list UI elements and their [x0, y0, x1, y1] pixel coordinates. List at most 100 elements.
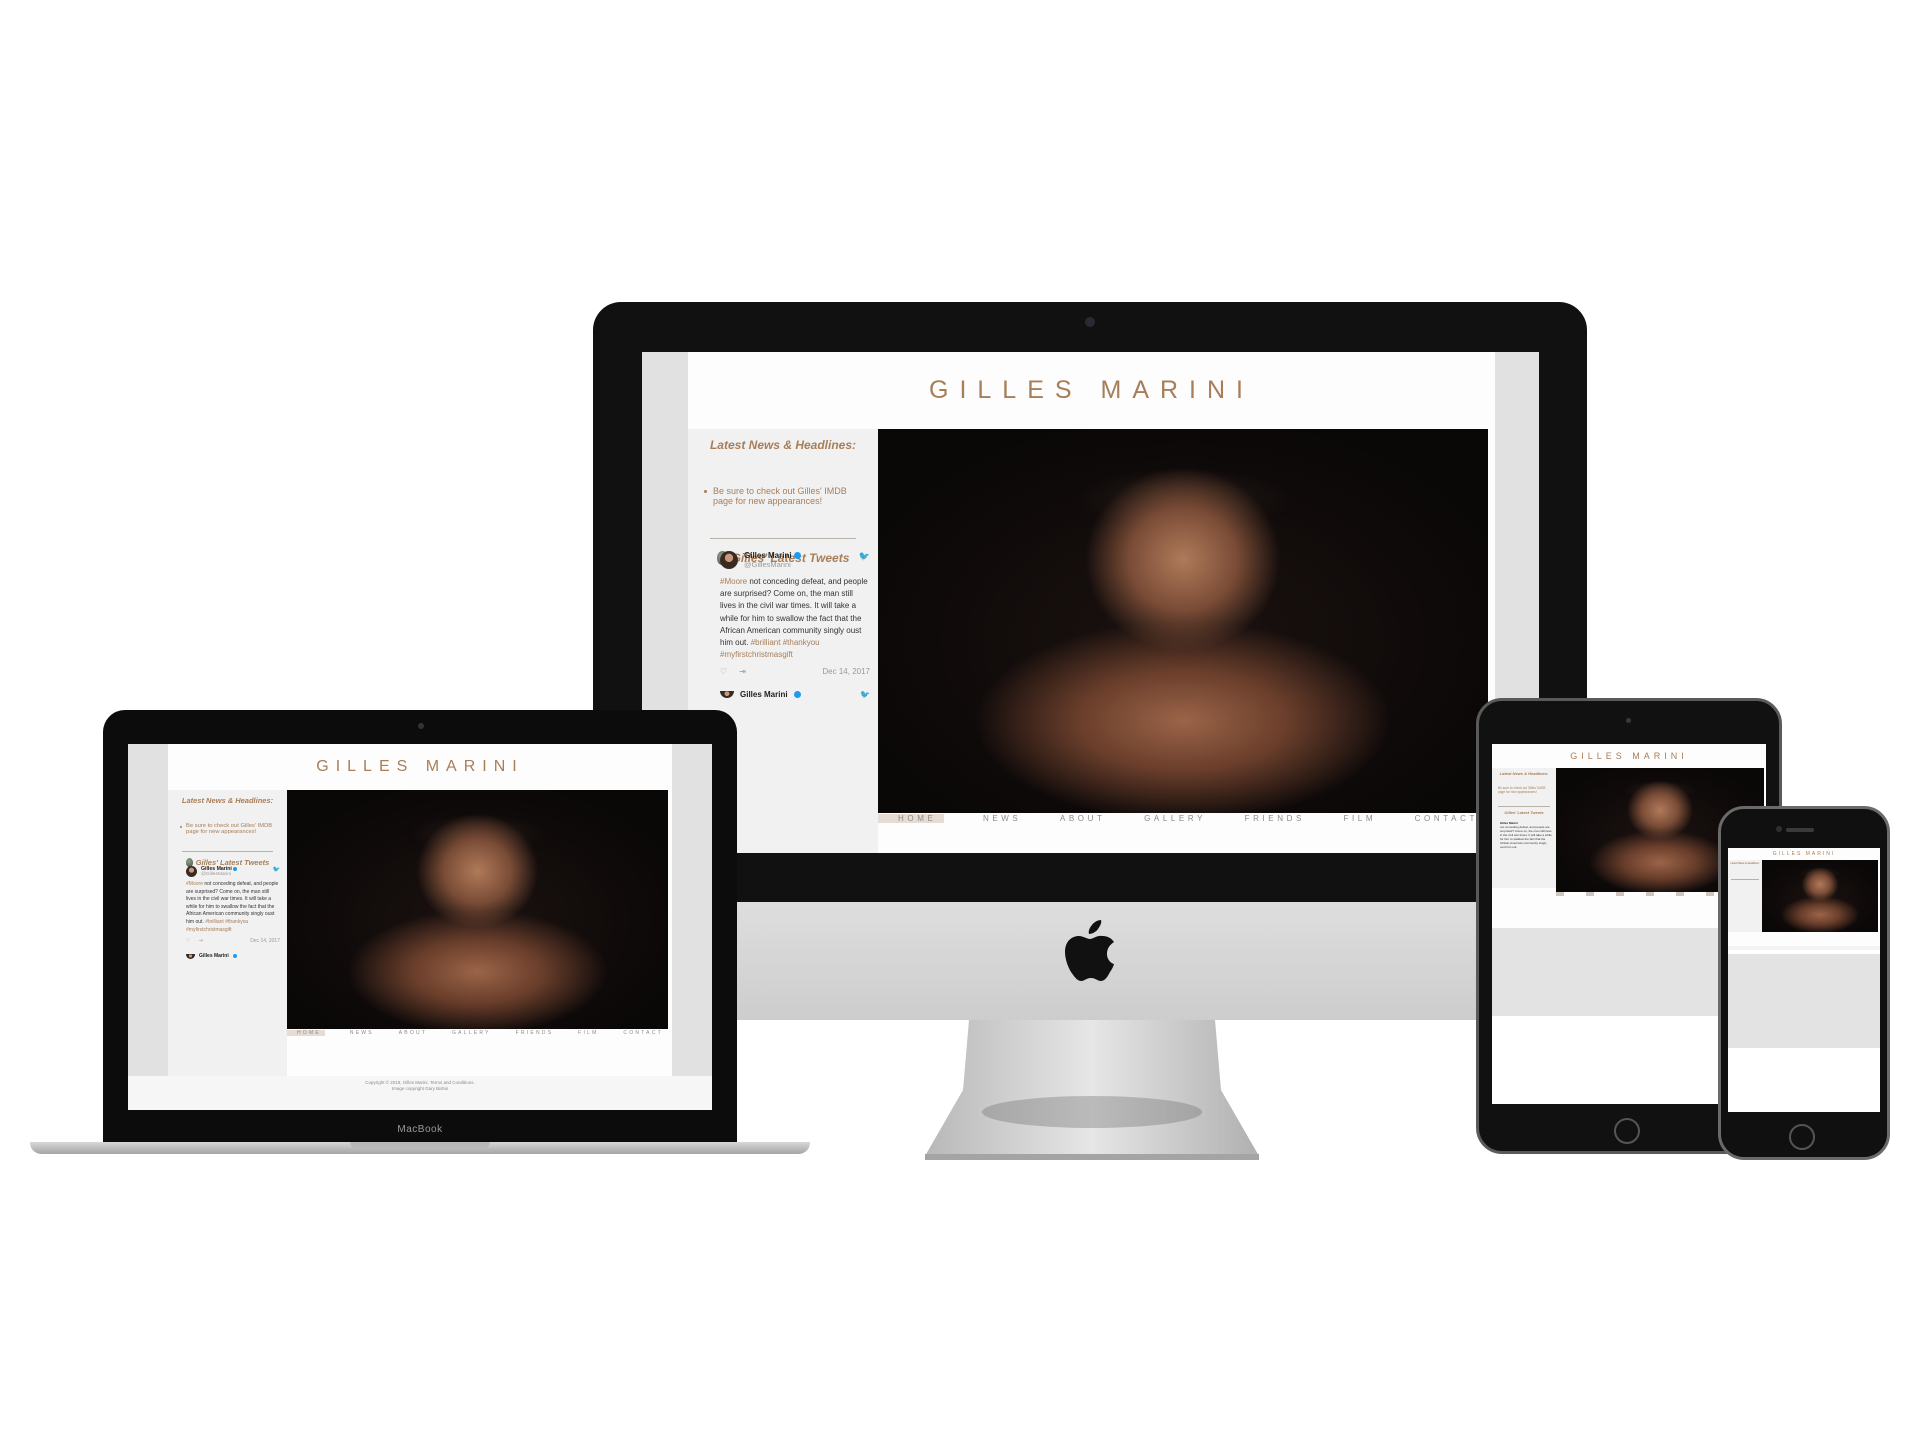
- heart-icon[interactable]: ♡: [720, 667, 727, 676]
- twitter-bird-icon[interactable]: 🐦: [273, 866, 280, 873]
- verified-badge-icon: [793, 691, 801, 699]
- camera-icon: [418, 723, 424, 729]
- tweet-handle[interactable]: @GillesMarini: [201, 872, 269, 877]
- tweet-card: Gilles Marini not conceding defeat, and …: [1500, 821, 1552, 849]
- tweet-date[interactable]: Dec 14, 2017: [822, 667, 870, 676]
- news-heading: Latest News & Headlines:: [709, 438, 857, 452]
- tweet-author-name[interactable]: Gilles Marini: [740, 690, 788, 699]
- main-nav: HOME NEWS ABOUT GALLERY FRIENDS FILM CON…: [287, 1029, 663, 1036]
- site-title[interactable]: GILLES MARINI: [1570, 751, 1688, 761]
- imac-stand: [925, 1020, 1259, 1160]
- camera-icon: [1085, 317, 1095, 327]
- tweet-card: Gilles Marini @GillesMarini 🐦 #Moore not…: [186, 866, 280, 959]
- news-item-text[interactable]: Be sure to check out Gilles' IMDB page f…: [713, 486, 864, 506]
- site-title[interactable]: GILLES MARINI: [929, 376, 1254, 405]
- nav-contact[interactable]: CONTACT: [1415, 814, 1478, 823]
- sidebar-divider: [710, 538, 856, 539]
- nav-contact[interactable]: CONTACT: [623, 1030, 663, 1036]
- heart-icon[interactable]: ♡: [186, 938, 190, 944]
- sidebar-divider: [182, 851, 273, 852]
- macbook-notch: [350, 1142, 490, 1148]
- nav-about[interactable]: ABOUT: [1060, 814, 1106, 823]
- sidebar: Latest News & Headlines: Be sure to chec…: [168, 790, 287, 1076]
- nav-home[interactable]: HOME: [287, 1029, 325, 1036]
- nav-gallery[interactable]: GALLERY: [1144, 814, 1206, 823]
- verified-badge-icon: [793, 552, 801, 560]
- tweet-card-next: Gilles Marini 🐦: [720, 690, 870, 699]
- imac-screen: GILLES MARINI Latest News & Headlines: B…: [642, 352, 1539, 853]
- share-icon[interactable]: ⇥: [739, 667, 746, 676]
- avatar[interactable]: [186, 866, 197, 877]
- news-heading: Latest News & Headlines:: [1730, 862, 1760, 865]
- site-footer: [1728, 946, 1880, 950]
- right-gutter: [672, 744, 712, 1110]
- nav-home[interactable]: HOME: [878, 813, 945, 823]
- news-item[interactable]: Be sure to check out Gilles' IMDB page f…: [1498, 786, 1552, 794]
- site-header: GILLES MARINI: [1728, 848, 1880, 860]
- bullet-icon: [180, 826, 182, 828]
- hero-photo: [878, 429, 1488, 813]
- tweet-text: not conceding defeat, and people are sur…: [1500, 825, 1552, 849]
- macbook-screen: GILLES MARINI Latest News & Headlines: B…: [128, 744, 712, 1110]
- page-gray-area: [1728, 954, 1880, 1048]
- nav-friends[interactable]: FRIENDS: [1245, 814, 1305, 823]
- twitter-bird-icon[interactable]: 🐦: [859, 551, 870, 562]
- page-wrapper: GILLES MARINI Latest News & Headlines:: [1728, 848, 1880, 946]
- nav-gallery[interactable]: GALLERY: [452, 1030, 491, 1036]
- avatar[interactable]: [186, 953, 195, 959]
- site-title[interactable]: GILLES MARINI: [316, 758, 523, 776]
- tweet-body: not conceding defeat, and people are sur…: [720, 577, 868, 648]
- tweet-author-name[interactable]: Gilles Marini: [744, 551, 792, 560]
- tweet-card: Gilles Marini @GillesMarini 🐦 #Moore not…: [720, 551, 870, 699]
- sidebar: Latest News & Headlines: Be sure to chec…: [1492, 768, 1556, 888]
- nav-film[interactable]: FILM: [1343, 814, 1376, 823]
- page-wrapper: GILLES MARINI Latest News & Headlines: B…: [688, 352, 1495, 853]
- news-item-text[interactable]: Be sure to check out Gilles' IMDB page f…: [186, 823, 279, 835]
- apple-logo-icon: [1065, 920, 1114, 981]
- tweet-text: #Moore not conceding defeat, and people …: [720, 576, 870, 661]
- twitter-bird-icon[interactable]: 🐦: [860, 690, 870, 699]
- hero-photo: [287, 790, 668, 1029]
- page-wrapper: GILLES MARINI Latest News & Headlines: B…: [168, 744, 672, 1076]
- nav-news[interactable]: NEWS: [983, 814, 1021, 823]
- verified-badge-icon: [232, 954, 237, 959]
- news-item: Be sure to check out Gilles' IMDB page f…: [180, 823, 279, 835]
- share-icon[interactable]: ⇥: [198, 938, 202, 944]
- tweet-author-name[interactable]: Gilles Marini: [199, 953, 229, 959]
- footer-copyright: Copyright © 2018, Gilles Marini. Terms a…: [365, 1080, 475, 1085]
- nav-friends[interactable]: FRIENDS: [516, 1030, 554, 1036]
- site-title[interactable]: GILLES MARINI: [1773, 851, 1835, 857]
- avatar[interactable]: [720, 551, 738, 569]
- camera-icon: [1626, 718, 1631, 723]
- tweet-handle[interactable]: @GillesMarini: [744, 560, 853, 569]
- news-heading: Latest News & Headlines:: [1499, 771, 1549, 776]
- nav-film[interactable]: FILM: [578, 1030, 598, 1036]
- main-nav: HOME NEWS ABOUT GALLERY FRIENDS FILM CON…: [878, 813, 1478, 823]
- home-button[interactable]: [1614, 1118, 1640, 1144]
- left-gutter: [128, 744, 168, 1110]
- nav-news[interactable]: NEWS: [350, 1030, 374, 1036]
- tweet-hashtag[interactable]: #Moore: [186, 881, 203, 887]
- speaker-grille: [1786, 828, 1814, 832]
- sidebar-divider: [1731, 879, 1759, 880]
- avatar[interactable]: [720, 691, 734, 699]
- sidebar-divider: [1498, 806, 1550, 807]
- news-heading: Latest News & Headlines:: [181, 796, 274, 805]
- site-footer: Copyright © 2018, Gilles Marini. Terms a…: [128, 1076, 712, 1110]
- nav-about[interactable]: ABOUT: [399, 1030, 427, 1036]
- home-button[interactable]: [1789, 1124, 1815, 1150]
- tweet-text: #Moore not conceding defeat, and people …: [186, 881, 280, 934]
- tweet-date[interactable]: Dec 14, 2017: [250, 938, 280, 944]
- bullet-icon: [704, 490, 707, 493]
- site-header: GILLES MARINI: [168, 744, 672, 790]
- iphone-screen: GILLES MARINI Latest News & Headlines:: [1728, 848, 1880, 1112]
- hero-photo: [1762, 860, 1878, 932]
- news-item: Be sure to check out Gilles' IMDB page f…: [704, 486, 864, 506]
- sidebar: Latest News & Headlines:: [1728, 860, 1762, 932]
- verified-badge-icon: [233, 866, 238, 871]
- site-header: GILLES MARINI: [688, 352, 1495, 429]
- camera-icon: [1776, 826, 1782, 832]
- tweet-card-next: Gilles Marini: [186, 953, 280, 959]
- tweet-hashtag[interactable]: #Moore: [720, 577, 747, 586]
- macbook-label: MacBook: [397, 1124, 443, 1135]
